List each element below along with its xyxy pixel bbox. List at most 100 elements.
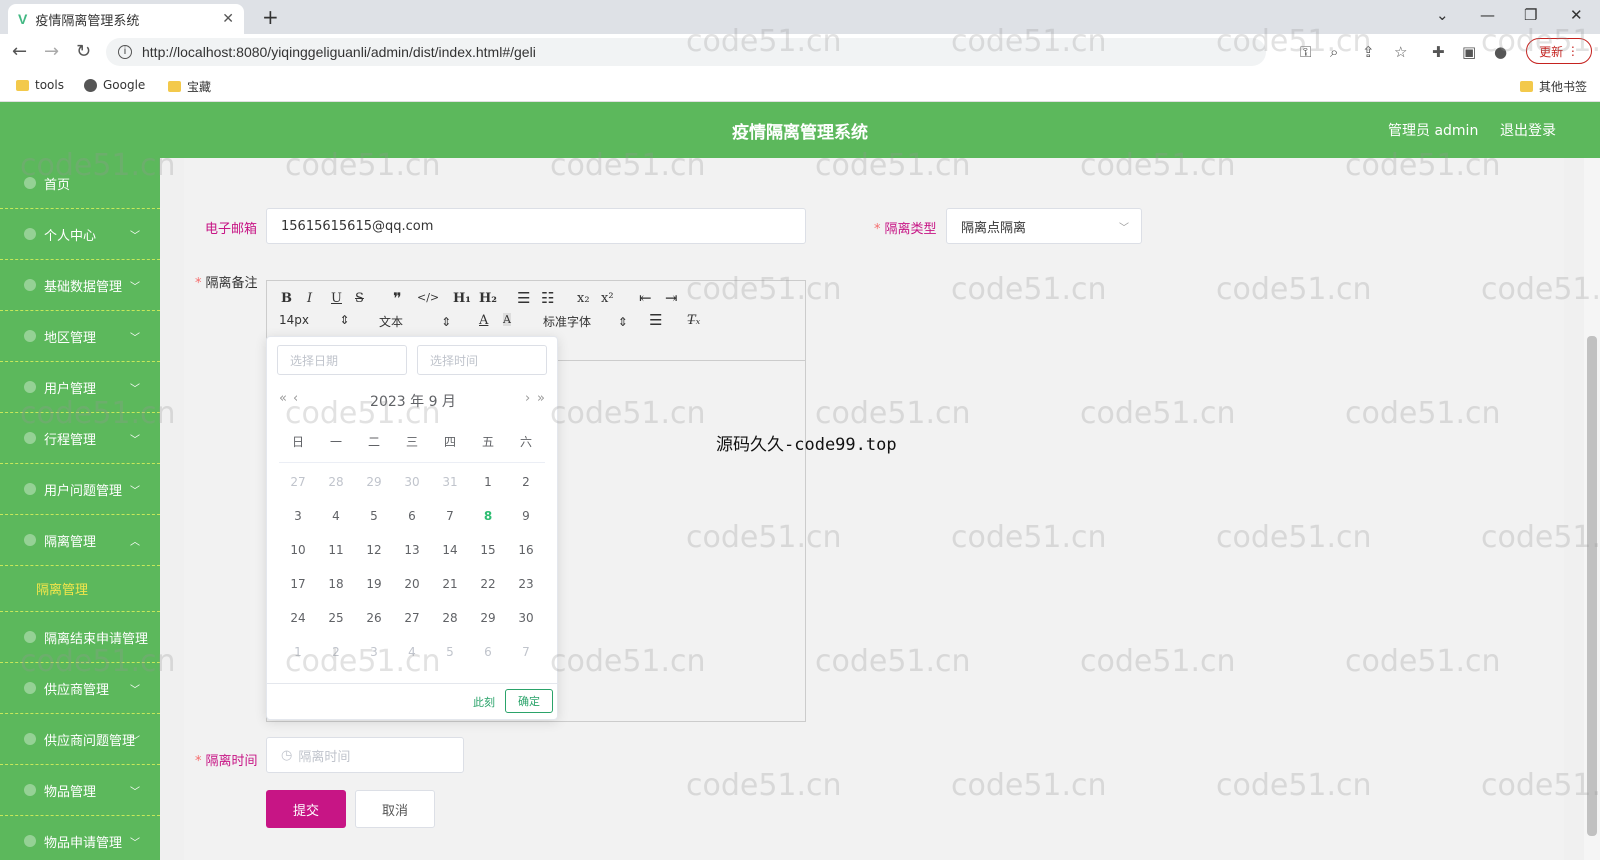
clear-format-icon[interactable]: T̶ₓ xyxy=(687,313,700,328)
back-icon[interactable]: ← xyxy=(12,41,27,62)
italic-icon[interactable]: I xyxy=(307,291,312,306)
bookmark-other[interactable]: 其他书签 xyxy=(1520,78,1587,95)
calendar-day[interactable]: 22 xyxy=(469,577,507,591)
sidebar-item-region[interactable]: 地区管理 ﹀ xyxy=(0,311,160,362)
calendar-day[interactable]: 9 xyxy=(507,509,545,523)
sidebar-item-goods-requests[interactable]: 物品申请管理 ﹀ xyxy=(0,816,160,860)
h1-icon[interactable]: H₁ xyxy=(453,291,471,306)
calendar-day[interactable]: 19 xyxy=(355,577,393,591)
bookmark-treasure[interactable]: 宝藏 xyxy=(168,78,211,95)
subscript-icon[interactable]: x₂ xyxy=(577,291,590,306)
email-field[interactable]: 15615615615@qq.com xyxy=(266,208,806,244)
type-select[interactable]: 隔离点隔离 ﹀ xyxy=(946,208,1142,244)
submit-button[interactable]: 提交 xyxy=(266,790,346,828)
calendar-day[interactable]: 5 xyxy=(355,509,393,523)
date-input[interactable]: 选择日期 xyxy=(277,345,407,375)
calendar-day[interactable]: 10 xyxy=(279,543,317,557)
paragraph-select[interactable]: 文本 ⇕ xyxy=(379,313,451,330)
sidebar-item-personal[interactable]: 个人中心 ﹀ xyxy=(0,209,160,260)
url-input[interactable]: i http://localhost:8080/yiqinggeliguanli… xyxy=(106,38,1266,66)
calendar-day[interactable]: 16 xyxy=(507,543,545,557)
sidebar-subitem-isolation[interactable]: 隔离管理 xyxy=(0,566,160,612)
sidebar-item-goods[interactable]: 物品管理 ﹀ xyxy=(0,765,160,816)
new-tab-button[interactable]: + xyxy=(262,5,279,29)
sidebar-item-isolation-end[interactable]: 隔离结束申请管理 xyxy=(0,612,160,663)
code-icon[interactable]: </> xyxy=(417,291,439,304)
calendar-day[interactable]: 2 xyxy=(317,645,355,659)
sidebar-item-suppliers[interactable]: 供应商管理 ﹀ xyxy=(0,663,160,714)
calendar-day[interactable]: 26 xyxy=(355,611,393,625)
calendar-day[interactable]: 15 xyxy=(469,543,507,557)
calendar-day[interactable]: 5 xyxy=(431,645,469,659)
cancel-button[interactable]: 取消 xyxy=(355,790,435,828)
calendar-day[interactable]: 24 xyxy=(279,611,317,625)
calendar-day[interactable]: 29 xyxy=(469,611,507,625)
calendar-day[interactable]: 21 xyxy=(431,577,469,591)
restore-icon[interactable]: ❐ xyxy=(1524,6,1537,24)
calendar-day[interactable]: 12 xyxy=(355,543,393,557)
logout-link[interactable]: 退出登录 xyxy=(1500,120,1556,140)
calendar-day[interactable]: 13 xyxy=(393,543,431,557)
calendar-day[interactable]: 6 xyxy=(469,645,507,659)
sidebar-item-basedata[interactable]: 基础数据管理 ﹀ xyxy=(0,260,160,311)
font-size-select[interactable]: 14px ⇕ xyxy=(279,313,350,327)
time-input[interactable]: 选择时间 xyxy=(417,345,547,375)
minimize-icon[interactable]: — xyxy=(1480,6,1495,24)
calendar-day[interactable]: 8 xyxy=(469,509,507,523)
calendar-day[interactable]: 25 xyxy=(317,611,355,625)
align-icon[interactable]: ☰ xyxy=(649,311,662,329)
calendar-day[interactable]: 29 xyxy=(355,475,393,489)
confirm-button[interactable]: 确定 xyxy=(505,689,553,713)
calendar-day[interactable]: 17 xyxy=(279,577,317,591)
calendar-day[interactable]: 27 xyxy=(393,611,431,625)
calendar-day[interactable]: 4 xyxy=(393,645,431,659)
calendar-day[interactable]: 20 xyxy=(393,577,431,591)
ordered-list-icon[interactable]: ☰ xyxy=(517,289,530,307)
bookmark-google[interactable]: Google xyxy=(84,78,145,92)
calendar-day[interactable]: 7 xyxy=(507,645,545,659)
scrollbar-thumb[interactable] xyxy=(1587,336,1597,836)
strike-icon[interactable]: S xyxy=(355,291,364,306)
now-button[interactable]: 此刻 xyxy=(473,694,495,710)
sidebar-item-users[interactable]: 用户管理 ﹀ xyxy=(0,362,160,413)
calendar-day[interactable]: 11 xyxy=(317,543,355,557)
window-close-icon[interactable]: ✕ xyxy=(1570,6,1583,24)
calendar-day[interactable]: 1 xyxy=(469,475,507,489)
calendar-day[interactable]: 1 xyxy=(279,645,317,659)
extensions-icon[interactable]: ✚ xyxy=(1432,43,1445,61)
bold-icon[interactable]: B xyxy=(281,291,292,306)
chevron-down-icon[interactable]: ⌄ xyxy=(1436,6,1449,24)
reload-icon[interactable]: ↻ xyxy=(76,41,91,62)
calendar-day[interactable]: 3 xyxy=(279,509,317,523)
calendar-day[interactable]: 23 xyxy=(507,577,545,591)
info-icon[interactable]: i xyxy=(118,45,132,59)
sidebar-item-isolation[interactable]: 隔离管理 ︿ xyxy=(0,515,160,566)
calendar-day[interactable]: 28 xyxy=(431,611,469,625)
forward-icon[interactable]: → xyxy=(44,41,59,62)
next-year-icon[interactable]: » xyxy=(537,391,545,406)
calendar-day[interactable]: 28 xyxy=(317,475,355,489)
outdent-icon[interactable]: ⇤ xyxy=(639,289,652,307)
background-color-icon[interactable]: A xyxy=(503,313,511,326)
key-icon[interactable]: ⚿ xyxy=(1300,43,1311,61)
calendar-day[interactable]: 14 xyxy=(431,543,469,557)
calendar-day[interactable]: 30 xyxy=(393,475,431,489)
bullet-list-icon[interactable]: ☷ xyxy=(541,289,554,307)
underline-icon[interactable]: U xyxy=(331,291,342,306)
calendar-day[interactable]: 6 xyxy=(393,509,431,523)
sidepanel-icon[interactable]: ▣ xyxy=(1462,43,1476,61)
scrollbar[interactable] xyxy=(1584,158,1600,860)
font-family-select[interactable]: 标准字体 ⇕ xyxy=(543,313,628,330)
star-icon[interactable]: ☆ xyxy=(1394,43,1407,61)
next-month-icon[interactable]: › xyxy=(525,391,530,406)
sidebar-item-supplier-issues[interactable]: 供应商问题管理 ﹀ xyxy=(0,714,160,765)
bookmark-tools[interactable]: tools xyxy=(16,78,64,92)
update-button[interactable]: 更新 ⋮ xyxy=(1526,38,1592,64)
h2-icon[interactable]: H₂ xyxy=(479,291,497,306)
calendar-day[interactable]: 27 xyxy=(279,475,317,489)
browser-tab[interactable]: V 疫情隔离管理系统 ✕ xyxy=(8,4,244,34)
calendar-day[interactable]: 2 xyxy=(507,475,545,489)
calendar-day[interactable]: 30 xyxy=(507,611,545,625)
sidebar-item-home[interactable]: 首页 xyxy=(0,158,160,209)
share-icon[interactable]: ⇪ xyxy=(1362,43,1375,61)
